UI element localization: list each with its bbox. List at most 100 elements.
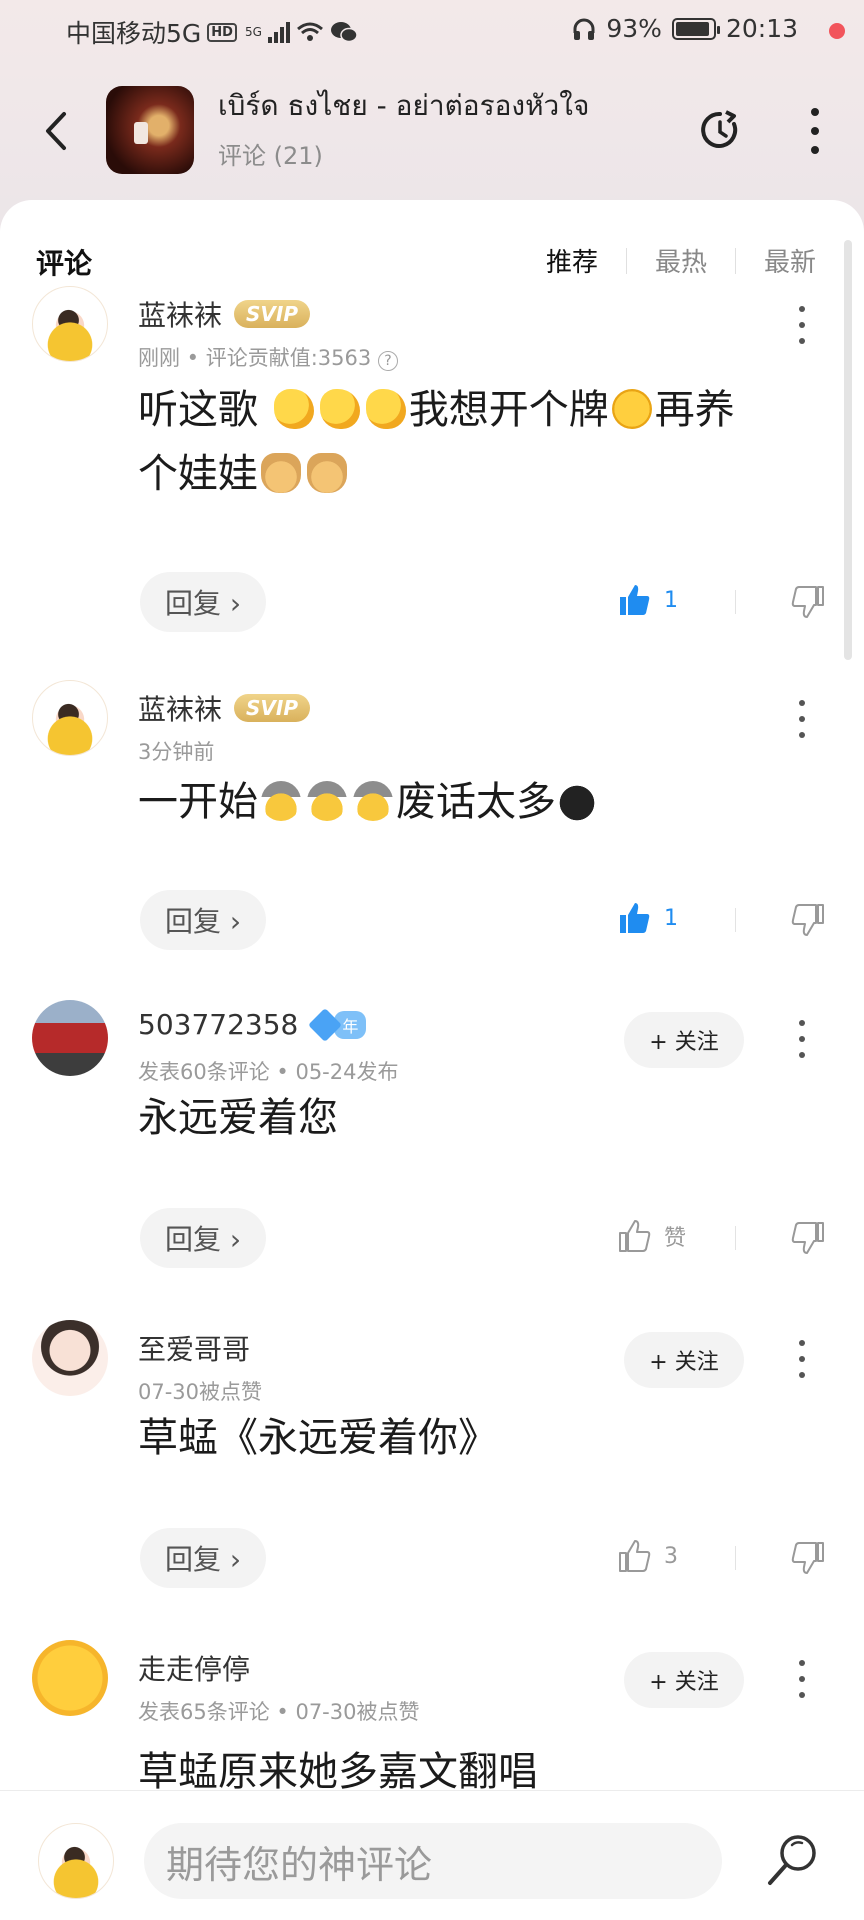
comment-text-part: 听这歌 bbox=[138, 387, 258, 433]
thumbs-up-icon bbox=[619, 1540, 651, 1572]
svip-badge: SVIP bbox=[234, 300, 310, 328]
follow-button[interactable]: + 关注 bbox=[624, 1332, 744, 1388]
avatar[interactable] bbox=[32, 286, 108, 362]
like-count: 1 bbox=[664, 905, 678, 931]
username-row: 至爱哥哥 bbox=[138, 1328, 250, 1368]
follow-button[interactable]: + 关注 bbox=[624, 1652, 744, 1708]
action-divider bbox=[735, 908, 736, 932]
refresh-icon[interactable] bbox=[696, 106, 744, 154]
comment-text-part: 再养 bbox=[654, 387, 735, 433]
search-icon[interactable] bbox=[764, 1831, 820, 1891]
comment-meta: 发表60条评论 • 05-24发布 bbox=[138, 1060, 399, 1084]
wechat-icon bbox=[330, 22, 358, 43]
follow-button[interactable]: + 关注 bbox=[624, 1012, 744, 1068]
comment-text: 草蜢《永远爱着你》 bbox=[138, 1415, 498, 1461]
comment-more-icon[interactable] bbox=[797, 1340, 807, 1378]
thumbs-down-icon[interactable] bbox=[790, 902, 826, 938]
back-icon[interactable] bbox=[38, 106, 78, 156]
comment-more-icon[interactable] bbox=[797, 306, 807, 344]
signal-icon bbox=[267, 21, 290, 43]
tab-newest[interactable]: 最新 bbox=[764, 242, 816, 279]
like-count: 1 bbox=[664, 587, 678, 613]
svip-badge: SVIP bbox=[234, 694, 310, 722]
like-count: 3 bbox=[664, 1543, 678, 1569]
like-button[interactable]: 1 bbox=[616, 582, 678, 618]
avatar[interactable] bbox=[32, 1000, 108, 1076]
action-divider bbox=[735, 1226, 736, 1250]
wifi-icon bbox=[296, 22, 323, 41]
comment-text-part: 个娃娃 bbox=[138, 451, 258, 497]
album-cover[interactable] bbox=[106, 86, 194, 174]
comment-more-icon[interactable] bbox=[797, 1020, 807, 1058]
tab-divider bbox=[734, 247, 736, 274]
clock: 20:13 bbox=[725, 14, 798, 43]
username[interactable]: 503772358 bbox=[138, 1008, 298, 1041]
peace-emoji-icon bbox=[261, 453, 301, 493]
username-row: 走走停停 bbox=[138, 1648, 250, 1688]
comment-input-bar: 期待您的神评论 bbox=[0, 1790, 864, 1920]
username[interactable]: 走走停停 bbox=[138, 1648, 250, 1688]
comment-more-icon[interactable] bbox=[797, 700, 807, 738]
thumbs-up-icon bbox=[620, 903, 650, 933]
username-row: 503772358 年 bbox=[138, 1007, 367, 1042]
comment-text-part: 一开始 bbox=[138, 779, 258, 825]
help-icon[interactable]: ? bbox=[377, 351, 398, 371]
tab-hottest[interactable]: 最热 bbox=[655, 242, 707, 279]
hd-icon: HD bbox=[207, 22, 237, 42]
comment-input[interactable]: 期待您的神评论 bbox=[144, 1823, 722, 1899]
song-title: เบิร์ด ธงไชย - อย่าต่อรองหัวใจ bbox=[218, 89, 590, 122]
flushed-emoji-icon bbox=[611, 389, 652, 429]
comment-text-part: 我想开个牌 bbox=[408, 387, 609, 433]
reply-button[interactable]: 回复 › bbox=[140, 1528, 266, 1588]
more-icon[interactable] bbox=[808, 108, 822, 154]
tab-divider bbox=[625, 247, 627, 274]
comment-text: 永远爱着您 bbox=[138, 1095, 338, 1141]
wave-emoji-icon bbox=[319, 389, 360, 429]
hammer-emoji-icon bbox=[353, 781, 393, 821]
comment-sheet: 评论 推荐 最热 最新 蓝袜袜 SVIP 刚刚 • 评论贡献值:3563 ? 听… bbox=[0, 200, 864, 1790]
meta-text: 刚刚 • 评论贡献值:3563 bbox=[138, 346, 372, 370]
battery-percent: 93% bbox=[606, 14, 662, 43]
bomb-emoji-icon bbox=[559, 781, 599, 821]
avatar[interactable] bbox=[32, 1640, 108, 1716]
comment-text: 一开始 废话太多 bbox=[138, 770, 838, 834]
carrier-label: 中国移动5G bbox=[66, 19, 202, 48]
wave-emoji-icon bbox=[273, 389, 314, 429]
thumbs-up-icon bbox=[620, 585, 650, 615]
section-title: 评论 bbox=[36, 247, 93, 280]
peace-emoji-icon bbox=[307, 453, 347, 493]
comment-more-icon[interactable] bbox=[797, 1660, 807, 1698]
wave-emoji-icon bbox=[365, 389, 406, 429]
my-avatar[interactable] bbox=[38, 1823, 114, 1899]
hammer-emoji-icon bbox=[307, 781, 347, 821]
avatar[interactable] bbox=[32, 680, 108, 756]
like-button[interactable]: 3 bbox=[616, 1538, 678, 1574]
thumbs-down-icon[interactable] bbox=[790, 1540, 826, 1576]
status-bar: 中国移动5G HD 5G 93% 20:13 bbox=[0, 0, 864, 60]
avatar[interactable] bbox=[32, 1320, 108, 1396]
battery-icon bbox=[671, 17, 720, 40]
comment-meta: 3分钟前 bbox=[138, 740, 215, 764]
username[interactable]: 蓝袜袜 bbox=[138, 294, 222, 334]
reply-button[interactable]: 回复 › bbox=[140, 572, 266, 632]
comment-count: 评论 (21) bbox=[218, 142, 323, 170]
like-button[interactable]: 1 bbox=[616, 900, 678, 936]
scrollbar[interactable] bbox=[844, 240, 852, 660]
action-divider bbox=[735, 590, 736, 614]
username-row: 蓝袜袜 SVIP bbox=[138, 688, 310, 728]
thumbs-up-icon bbox=[619, 1220, 651, 1252]
header: เบิร์ด ธงไชย - อย่าต่อรองหัวใจ 评论 (21) bbox=[0, 70, 864, 190]
thumbs-down-icon[interactable] bbox=[790, 1220, 826, 1256]
reply-button[interactable]: 回复 › bbox=[140, 890, 266, 950]
username[interactable]: 至爱哥哥 bbox=[138, 1328, 250, 1368]
sort-tabs: 推荐 最热 最新 bbox=[546, 242, 816, 279]
thumbs-down-icon[interactable] bbox=[790, 584, 826, 620]
comment-text: 听这歌 我想开个牌 再养 个娃娃 bbox=[138, 378, 838, 506]
like-label: 赞 bbox=[664, 1226, 687, 1251]
reply-button[interactable]: 回复 › bbox=[140, 1208, 266, 1268]
comment-meta: 刚刚 • 评论贡献值:3563 ? bbox=[138, 342, 398, 372]
tab-recommend[interactable]: 推荐 bbox=[546, 242, 598, 279]
comment-meta: 07-30被点赞 bbox=[138, 1380, 263, 1404]
like-button[interactable]: 赞 bbox=[616, 1218, 686, 1254]
username[interactable]: 蓝袜袜 bbox=[138, 688, 222, 728]
